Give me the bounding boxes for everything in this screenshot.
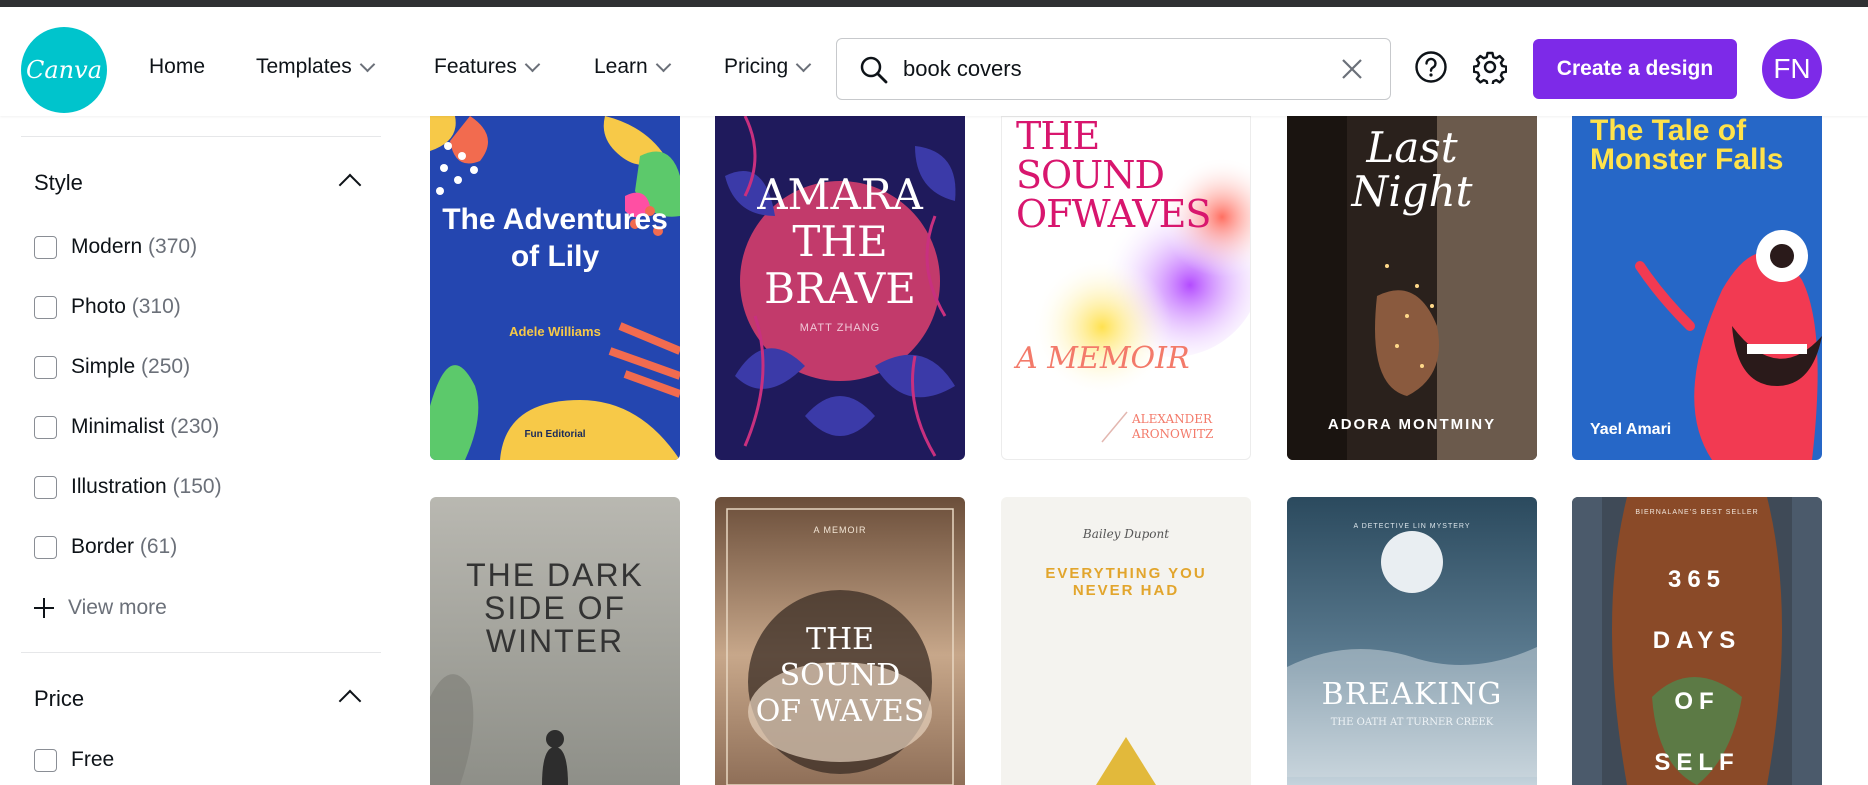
style-section-title[interactable]: Style	[34, 170, 83, 196]
filter-border[interactable]: Border (61)	[34, 535, 177, 559]
template-card-dark-side-of-winter[interactable]: THE DARK SIDE OF WINTER	[430, 497, 680, 785]
price-section-title[interactable]: Price	[34, 686, 84, 712]
checkbox[interactable]	[34, 535, 57, 559]
help-icon	[1415, 51, 1447, 83]
cover-title: THE DARK SIDE OF WINTER	[466, 557, 644, 659]
filter-label: Simple (250)	[71, 355, 191, 378]
search-icon	[860, 56, 888, 84]
chevron-down-icon	[359, 56, 375, 72]
filter-label: Minimalist (230)	[71, 415, 220, 438]
template-card-adventures-of-lily[interactable]: The Adventures of Lily Adele Williams Fu…	[430, 116, 680, 460]
chevron-up-icon[interactable]	[338, 173, 362, 197]
canva-logo[interactable]: Canva	[21, 27, 107, 113]
search-input[interactable]	[903, 51, 1323, 87]
view-more-link[interactable]: View more	[34, 596, 167, 620]
avatar[interactable]: FN	[1762, 39, 1822, 99]
cover-subtitle: THE OATH AT TURNER CREEK	[1330, 717, 1494, 728]
filter-label: Illustration (150)	[71, 475, 222, 498]
template-card-sound-of-waves[interactable]: A MEMOIR THE SOUND OF WAVES	[715, 497, 965, 785]
checkbox[interactable]	[34, 748, 57, 772]
template-card-365-days-of-self[interactable]: BIERNALANE'S BEST SELLER 365 DAYS OF SEL…	[1572, 497, 1822, 785]
cover-illustration	[1287, 531, 1537, 777]
chevron-down-icon	[795, 56, 812, 72]
cover-title: BREAKING	[1321, 677, 1503, 712]
cover-author: Yael Amari	[1590, 421, 1672, 438]
checkbox[interactable]	[34, 415, 57, 439]
template-card-amara-the-brave[interactable]: AMARA THE BRAVE MATT ZHANG	[715, 116, 965, 460]
template-card-tale-of-monster-falls[interactable]: The Tale of Monster Falls Yael Amari	[1572, 116, 1822, 460]
nav-home[interactable]: Home	[149, 55, 205, 79]
close-icon[interactable]	[1340, 57, 1364, 81]
filter-minimalist[interactable]: Minimalist (230)	[34, 415, 219, 439]
cover-author: ALEXANDER ARONOWITZ	[1132, 412, 1214, 441]
sidebar-divider	[21, 136, 381, 137]
cover-badge: Fun Editorial	[524, 429, 586, 440]
nav-templates-label: Templates	[256, 55, 352, 78]
view-more-label: View more	[68, 596, 167, 619]
filter-label: Modern (370)	[71, 235, 198, 258]
cover-kicker: BIERNALANE'S BEST SELLER	[1635, 509, 1759, 516]
template-card-everything-you-never-had[interactable]: Bailey Dupont EVERYTHING YOU NEVER HAD	[1001, 497, 1251, 785]
cover-illustration	[430, 116, 680, 460]
cover-title: THE SOUND OFWAVES	[1016, 116, 1211, 236]
filter-label: Border (61)	[71, 535, 178, 558]
checkbox[interactable]	[34, 355, 57, 379]
filter-sidebar: Style Modern (370) Photo (310) Simple (2…	[0, 116, 400, 785]
nav-learn[interactable]: Learn	[594, 55, 671, 79]
cover-title: The Adventures of Lily	[442, 203, 668, 273]
cover-title: Last Night	[1351, 123, 1473, 216]
filter-label: Photo (310)	[71, 295, 181, 318]
nav-pricing-label: Pricing	[724, 55, 789, 78]
cover-subtitle: A MEMOIR	[1016, 341, 1190, 376]
filter-free[interactable]: Free	[34, 748, 114, 772]
template-card-sound-of-waves-memoir[interactable]: THE SOUND OFWAVES A MEMOIR ALEXANDER ARO…	[1001, 116, 1251, 460]
cover-title: EVERYTHING YOU NEVER HAD	[1045, 565, 1207, 599]
cover-author: Bailey Dupont	[1082, 527, 1170, 541]
nav-pricing[interactable]: Pricing	[724, 55, 812, 79]
window-top-bar	[0, 0, 1868, 7]
cover-author: MATT ZHANG	[799, 322, 881, 334]
chevron-down-icon	[655, 56, 671, 72]
nav-templates[interactable]: Templates	[256, 55, 375, 79]
cover-author: ADORA MONTMINY	[1327, 416, 1497, 433]
template-card-breaking[interactable]: A DETECTIVE LIN MYSTERY BREAKING THE OAT…	[1287, 497, 1537, 785]
plus-icon	[34, 598, 54, 618]
filter-illustration[interactable]: Illustration (150)	[34, 475, 222, 499]
chevron-down-icon	[524, 56, 541, 72]
checkbox[interactable]	[34, 295, 57, 319]
logo-text: Canva	[26, 56, 102, 84]
help-button[interactable]	[1413, 49, 1449, 85]
create-design-button[interactable]: Create a design	[1533, 39, 1737, 99]
cover-kicker: A DETECTIVE LIN MYSTERY	[1353, 523, 1471, 530]
checkbox[interactable]	[34, 235, 57, 259]
cover-title: 365 DAYS OF SELF	[1652, 566, 1742, 776]
gear-icon	[1473, 51, 1507, 84]
cover-title: THE SOUND OF WAVES	[755, 622, 925, 729]
settings-button[interactable]	[1472, 49, 1508, 85]
nav-features[interactable]: Features	[434, 55, 541, 79]
sidebar-divider	[21, 652, 381, 653]
nav-learn-label: Learn	[594, 55, 648, 78]
template-card-last-night[interactable]: Last Night ADORA MONTMINY	[1287, 116, 1537, 460]
nav-features-label: Features	[434, 55, 517, 78]
top-navigation-bar: Canva Home Templates Features Learn Pric…	[0, 7, 1868, 116]
checkbox[interactable]	[34, 475, 57, 499]
cover-kicker: A MEMOIR	[813, 525, 867, 535]
chevron-up-icon[interactable]	[338, 689, 362, 713]
filter-label: Free	[71, 748, 115, 771]
nav-home-label: Home	[149, 55, 206, 78]
search-box[interactable]	[836, 38, 1391, 100]
filter-modern[interactable]: Modern (370)	[34, 235, 197, 259]
filter-photo[interactable]: Photo (310)	[34, 295, 181, 319]
cover-title: The Tale of Monster Falls	[1590, 116, 1784, 176]
cover-title: AMARA THE BRAVE	[757, 170, 923, 313]
filter-simple[interactable]: Simple (250)	[34, 355, 190, 379]
cover-author: Adele Williams	[509, 324, 601, 339]
